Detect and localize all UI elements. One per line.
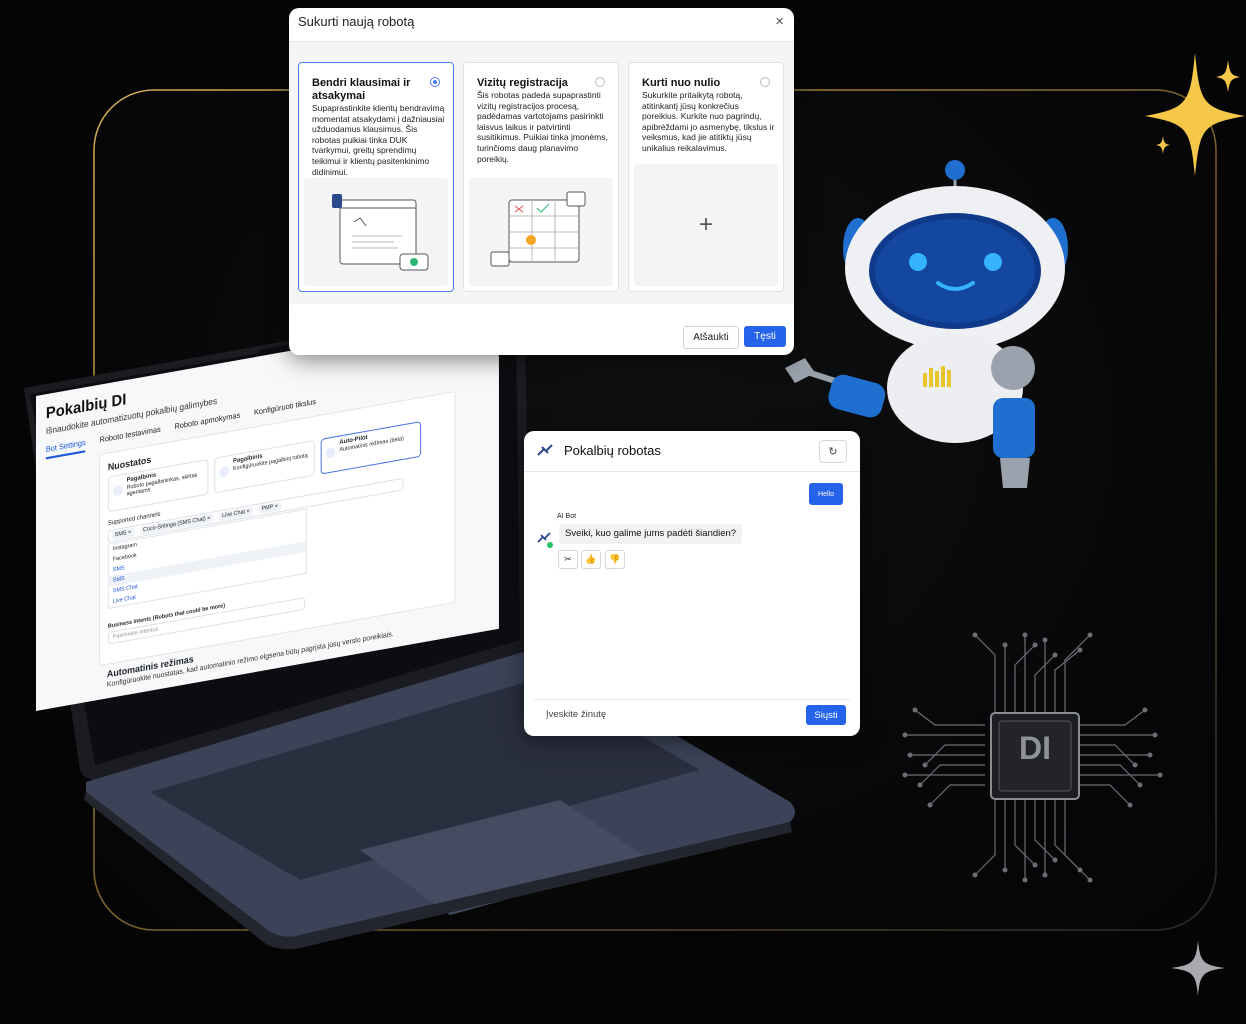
continue-button[interactable]: Tęsti: [744, 326, 786, 347]
calendar-illustration-icon: [469, 178, 613, 286]
chat-header: Pokalbių robotas ↻: [524, 431, 860, 472]
option-description: Sukurkite pritaikytą robotą, atitinkantį…: [642, 90, 775, 153]
chat-title: Pokalbių robotas: [564, 443, 661, 458]
chip[interactable]: SMS ×: [111, 527, 135, 541]
background: DI Pokalbių DI Išnaudokite automatizuotų…: [0, 0, 1246, 1024]
bot-message: Sveiki, kuo galime jums padėti šiandien?: [559, 524, 743, 544]
chatbot-window: Pokalbių robotas ↻ Hello AI Bot Sveiki, …: [524, 431, 860, 736]
option-title: Vizitų registracija: [477, 77, 568, 89]
thumbs-up-icon[interactable]: 👍: [581, 550, 601, 569]
chip[interactable]: PMP ×: [258, 501, 281, 514]
option-appointments[interactable]: Vizitų registracija Šis robotas padeda s…: [463, 62, 619, 292]
bot-logo-icon: [537, 444, 553, 456]
mode-card-2[interactable]: Pagalbinis Konfigūruokite pagalbinį robot…: [214, 439, 315, 494]
option-description: Šis robotas padeda supaprastinti vizitų …: [477, 90, 608, 164]
mode-card-autopilot[interactable]: Auto-Pilot Automatinis režimas (beta): [320, 421, 422, 475]
radio-selected[interactable]: [430, 77, 440, 87]
tab-bot-settings[interactable]: Bot Settings: [45, 437, 86, 460]
thumbs-down-icon[interactable]: 👎: [605, 550, 625, 569]
dialog-options: Bendri klausimai ir atsakymai Supaprasti…: [289, 41, 794, 304]
add-area[interactable]: +: [634, 164, 778, 286]
browser-illustration-icon: [304, 178, 448, 286]
radio-unselected[interactable]: [595, 77, 605, 87]
option-title: Kurti nuo nulio: [642, 77, 721, 89]
refresh-icon[interactable]: ↻: [819, 440, 847, 463]
send-button[interactable]: Siųsti: [806, 705, 846, 725]
dialog-title: Sukurti naują robotą: [298, 14, 415, 29]
cancel-button[interactable]: Atšaukti: [683, 326, 739, 349]
plus-icon: +: [698, 211, 713, 238]
option-title: Bendri klausimai ir atsakymai: [312, 77, 411, 102]
tool-icon[interactable]: ✂: [558, 550, 578, 569]
option-from-scratch[interactable]: Kurti nuo nulio Sukurkite pritaikytą rob…: [628, 62, 784, 292]
option-description: Supaprastinkite klientų bendravimą momen…: [312, 103, 445, 177]
dialog-footer: Atšaukti Tęsti: [289, 304, 794, 355]
option-faq[interactable]: Bendri klausimai ir atsakymai Supaprasti…: [298, 62, 454, 292]
create-bot-dialog: Sukurti naują robotą × Bendri klausimai …: [289, 8, 794, 355]
radio-unselected[interactable]: [760, 77, 770, 87]
bot-name: AI Bot: [557, 513, 577, 520]
online-status-icon: [547, 542, 553, 548]
close-icon[interactable]: ×: [775, 13, 784, 30]
chat-composer: Įveskite žinutę Siųsti: [534, 699, 850, 728]
message-input[interactable]: Įveskite žinutę: [546, 709, 606, 720]
user-message: Hello: [809, 483, 843, 505]
